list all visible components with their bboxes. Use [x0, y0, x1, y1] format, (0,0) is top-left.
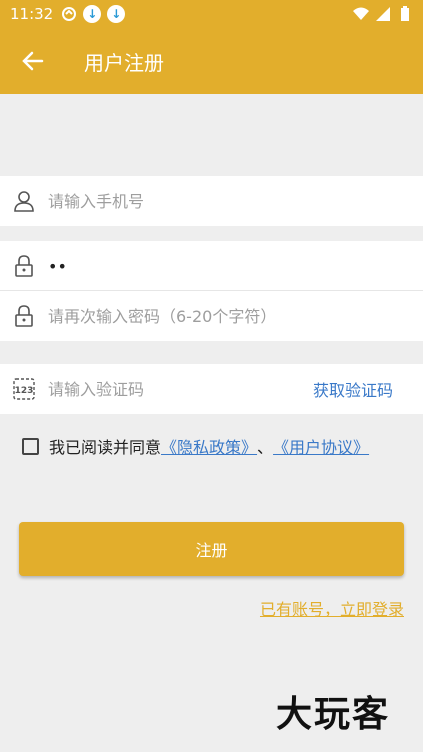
download-icon: ↓	[107, 5, 126, 23]
get-code-button[interactable]: 获取验证码	[313, 377, 393, 401]
lock-icon	[0, 305, 48, 327]
app-bar: 用户注册	[0, 28, 423, 94]
password-confirm-input[interactable]	[48, 306, 348, 326]
notification-icon	[62, 7, 77, 21]
code-row: 123 获取验证码	[0, 364, 423, 414]
phone-row	[0, 176, 423, 226]
user-icon	[0, 190, 48, 212]
wifi-icon	[353, 7, 369, 20]
download-icon: ↓	[83, 5, 102, 23]
svg-text:123: 123	[15, 386, 34, 396]
agreement-row: 我已阅读并同意 《隐私政策》 、 《用户协议》	[22, 434, 369, 458]
agreement-separator: 、	[257, 438, 274, 457]
user-agreement-link[interactable]: 《用户协议》	[273, 434, 369, 458]
agreement-prefix: 我已阅读并同意	[49, 438, 162, 457]
signal-icon	[376, 7, 390, 21]
register-button[interactable]: 注册	[19, 522, 404, 576]
number-123-icon: 123	[0, 378, 48, 400]
agreement-checkbox[interactable]	[22, 437, 39, 455]
lock-icon	[0, 255, 48, 277]
password-input[interactable]: ••	[48, 257, 67, 276]
password-row: ••	[0, 241, 423, 291]
watermark-logo: 大玩客	[276, 694, 391, 735]
privacy-policy-link[interactable]: 《隐私政策》	[161, 434, 257, 458]
password-confirm-row	[0, 291, 423, 341]
phone-input[interactable]	[48, 191, 298, 211]
status-bar: 11:32 ↓ ↓	[0, 0, 423, 28]
page-title: 用户注册	[84, 50, 164, 75]
login-link[interactable]: 已有账号，立即登录	[260, 596, 404, 620]
battery-icon	[401, 6, 409, 21]
code-input[interactable]	[48, 379, 298, 399]
status-time: 11:32	[10, 5, 54, 23]
arrow-left-icon[interactable]	[0, 28, 66, 94]
